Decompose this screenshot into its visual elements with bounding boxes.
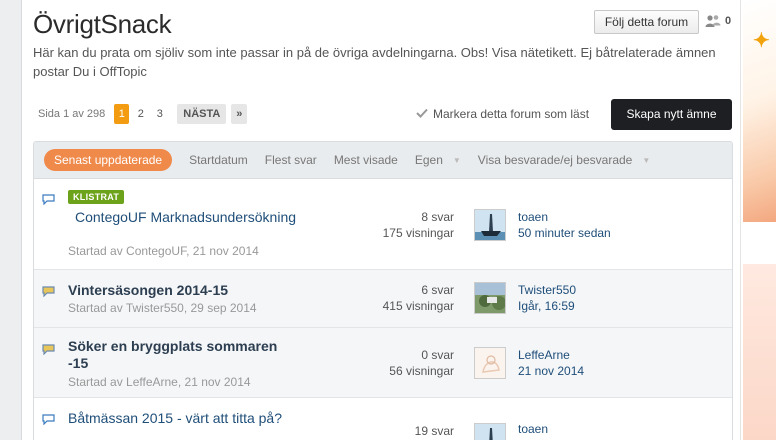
ad-banner-top[interactable]: ✦ [743,0,776,222]
topic-row[interactable]: Vintersäsongen 2014-15 Startad av Twiste… [34,270,732,328]
tab-custom-label: Egen [414,153,443,167]
topic-row[interactable]: Söker en bryggplats sommaren -15 Startad… [34,328,732,398]
avatar[interactable] [474,209,506,241]
sticky-badge: KLISTRAT [68,190,125,204]
view-count: 175 visningar [382,226,454,240]
topic-started-by: Startad av LeffeArne, 21 nov 2014 [68,375,251,389]
last-page-button[interactable]: » [231,104,248,124]
sort-tabs: Senast uppdaterade Startdatum Flest svar… [34,142,732,179]
page-1-button[interactable]: 1 [114,104,130,124]
forum-description: Här kan du prata om sjöliv som inte pass… [33,45,716,79]
last-post-time: 50 minuter sedan [518,226,611,240]
followers-number: 0 [725,15,732,27]
unread-bubble-icon [42,192,55,206]
mark-read-label: Markera detta forum som läst [433,107,590,121]
avatar[interactable] [474,282,506,314]
reply-count: 6 svar [421,283,454,297]
topic-row[interactable]: Båtmässan 2015 - värt att titta på? 19 s… [34,398,732,440]
forum-title: ÖvrigtSnack [33,9,172,39]
tab-start-date[interactable]: Startdatum [189,153,248,167]
topic-stats: 19 svar [415,423,454,439]
topic-row[interactable]: KLISTRAT ContegoUF Marknadsundersökning … [34,180,732,270]
pagination: Sida 1 av 298 1 2 3 NÄSTA » [38,104,248,124]
tab-latest-updated[interactable]: Senast uppdaterade [44,149,173,171]
mark-forum-read-link[interactable]: Markera detta forum som läst [416,107,589,121]
topic-list-panel: Senast uppdaterade Startdatum Flest svar… [33,141,733,440]
topic-started-by: Startad av ContegoUF, 21 nov 2014 [68,244,259,258]
page-3-button[interactable]: 3 [152,104,167,124]
topic-title-link[interactable]: ContegoUF Marknadsundersökning [75,209,305,226]
tab-answered-filter[interactable]: Visa besvarade/ej besvarade ▼ [478,153,650,167]
last-poster-link[interactable]: toaen [518,421,548,437]
tab-most-replies[interactable]: Flest svar [265,153,317,167]
next-page-button[interactable]: NÄSTA [177,104,227,124]
topic-title-link[interactable]: Söker en bryggplats sommaren -15 [68,338,298,372]
tab-most-viewed[interactable]: Mest visade [334,153,398,167]
reply-count: 19 svar [414,424,454,438]
create-topic-button[interactable]: Skapa nytt ämne [611,99,732,130]
read-bubble-icon [42,284,55,298]
topic-started-by: Startad av Twister550, 29 sep 2014 [68,301,257,315]
reply-count: 0 svar [421,348,454,362]
ad-logo-icon: ✦ [753,30,770,52]
reply-count: 8 svar [421,210,454,224]
users-icon [705,14,721,28]
last-post-time: 21 nov 2014 [518,364,585,378]
chevron-down-icon: ▼ [452,155,461,165]
topic-title-link[interactable]: Vintersäsongen 2014-15 [68,282,228,299]
last-poster-link[interactable]: LeffeArne [518,347,570,363]
last-post-time: Igår, 16:59 [518,299,575,313]
last-poster-link[interactable]: toaen [518,209,548,225]
avatar[interactable] [474,423,506,440]
tab-custom[interactable]: Egen ▼ [415,153,461,167]
advertisement-strip[interactable]: ✦ [740,0,776,440]
follow-forum-button[interactable]: Följ detta forum [594,10,699,34]
tab-answered-label: Visa besvarade/ej besvarade [477,153,633,167]
avatar[interactable] [474,347,506,379]
followers-count: 0 [705,14,731,28]
topic-stats: 0 svar 56 visningar [389,347,454,379]
topic-title-link[interactable]: Båtmässan 2015 - värt att titta på? [68,410,298,427]
view-count: 415 visningar [382,299,454,313]
topic-stats: 6 svar 415 visningar [383,282,454,314]
page-2-button[interactable]: 2 [133,104,148,124]
topic-stats: 8 svar 175 visningar [383,209,454,241]
last-poster-link[interactable]: Twister550 [518,282,576,298]
unread-bubble-icon [42,412,55,426]
left-margin [0,0,22,440]
chevron-down-icon: ▼ [642,155,651,165]
page-indicator: Sida 1 av 298 [38,108,106,120]
checkmark-icon [416,107,428,121]
ad-banner-bottom[interactable] [743,264,776,440]
view-count: 56 visningar [389,364,454,378]
read-bubble-icon [42,342,55,356]
